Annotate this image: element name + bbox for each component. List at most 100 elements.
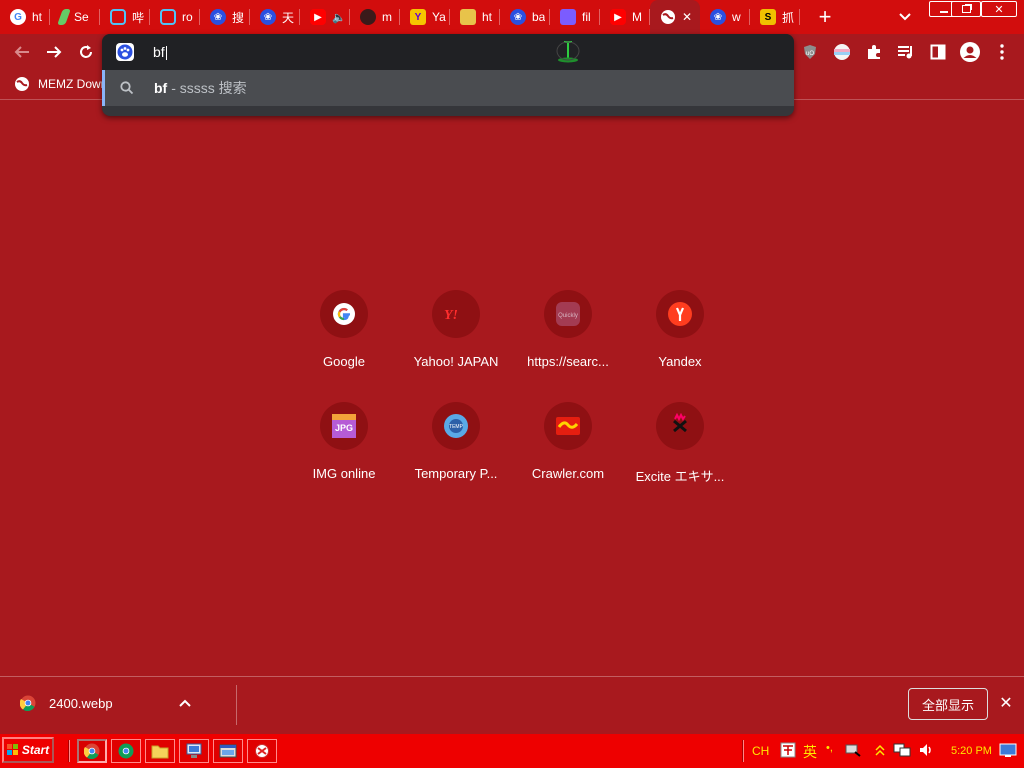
tab[interactable]: S 抓 bbox=[750, 0, 800, 34]
computer-icon bbox=[186, 743, 202, 758]
puzzle-icon[interactable] bbox=[864, 43, 884, 61]
tab-title: ro bbox=[182, 10, 193, 24]
omnibox-input[interactable]: bf bbox=[153, 44, 167, 61]
shortcut-tile[interactable]: Crawler.com bbox=[512, 402, 624, 502]
shortcut-tile[interactable]: Yandex bbox=[624, 290, 736, 390]
close-window-button[interactable]: ✕ bbox=[981, 1, 1017, 17]
tab-title: 天 bbox=[282, 10, 295, 25]
tab[interactable]: ❀ ba bbox=[500, 0, 550, 34]
close-icon: ✕ bbox=[994, 3, 1004, 16]
network-icon[interactable] bbox=[893, 742, 911, 758]
tab[interactable]: 哔 bbox=[100, 0, 150, 34]
purple-shape-icon bbox=[560, 9, 576, 25]
yahoo-japan-icon: Y! bbox=[432, 290, 480, 338]
tab[interactable]: ❀ 天 bbox=[250, 0, 300, 34]
tab-active[interactable]: ✕ bbox=[650, 0, 700, 34]
speaker-icon[interactable]: 🔈 bbox=[332, 11, 346, 24]
bookmark-item[interactable]: MEMZ Dowr bbox=[14, 76, 105, 92]
tab[interactable]: ro bbox=[150, 0, 200, 34]
taskbar-chrome-button[interactable] bbox=[77, 739, 107, 763]
ublock-icon[interactable]: uO bbox=[800, 43, 820, 61]
shortcut-tile[interactable]: TEMP Temporary P... bbox=[400, 402, 512, 502]
tab-strip: G ht Se 哔 ro ❀ 搜 ❀ 天 ▶ 🔈 m Y Ya ht ❀ ba bbox=[0, 0, 1024, 34]
baidu-paw-icon bbox=[116, 43, 134, 61]
menu-kebab-icon[interactable] bbox=[992, 43, 1012, 61]
start-button[interactable]: Start bbox=[2, 737, 54, 763]
download-item[interactable]: 2400.webp bbox=[20, 695, 191, 711]
tab-title: m bbox=[382, 10, 392, 24]
ime-mode[interactable]: 英 bbox=[803, 742, 817, 762]
new-tab-button[interactable]: + bbox=[808, 0, 842, 34]
close-icon[interactable]: ✕ bbox=[682, 10, 692, 24]
keyboard-icon[interactable] bbox=[845, 742, 861, 758]
svg-text:Y!: Y! bbox=[444, 308, 458, 322]
shortcut-label: Temporary P... bbox=[414, 466, 498, 481]
green-extension-icon bbox=[555, 39, 581, 63]
omnibox-suggestion[interactable]: bf - sssss 搜索 bbox=[102, 70, 794, 106]
chrome-icon bbox=[20, 695, 36, 711]
tab-title: M bbox=[632, 10, 642, 24]
taskbar-separator bbox=[68, 740, 70, 762]
tab[interactable]: G ht bbox=[0, 0, 50, 34]
tray-separator bbox=[742, 740, 744, 762]
shortcut-tile[interactable]: JPG IMG online bbox=[288, 402, 400, 502]
dark-circle-icon bbox=[360, 9, 376, 25]
tab-title: 哔 bbox=[132, 10, 145, 25]
shortcut-tile[interactable]: Excite エキサ... bbox=[624, 402, 736, 502]
taskbar-window-button[interactable] bbox=[213, 739, 243, 763]
tab-title: w bbox=[732, 10, 741, 24]
taskbar: Start CH 英 •, 5:20 PM bbox=[0, 734, 1024, 768]
taskbar-chrome-alt-button[interactable] bbox=[111, 739, 141, 763]
side-panel-icon[interactable] bbox=[928, 43, 948, 61]
tab[interactable]: ❀ 搜 bbox=[200, 0, 250, 34]
chevron-up-icon[interactable] bbox=[875, 743, 885, 757]
taskbar-folder-button[interactable] bbox=[145, 739, 175, 763]
show-desktop-icon[interactable] bbox=[999, 742, 1017, 758]
tab-search-button[interactable] bbox=[890, 0, 920, 34]
back-button[interactable] bbox=[10, 40, 34, 64]
chevron-up-icon[interactable] bbox=[178, 699, 191, 707]
shortcut-label: Yandex bbox=[658, 354, 702, 369]
profile-avatar-icon[interactable] bbox=[960, 42, 980, 62]
tab-title: 抓 bbox=[782, 10, 795, 25]
extension-flag-icon[interactable] bbox=[832, 43, 852, 61]
shortcut-tile[interactable]: Google bbox=[288, 290, 400, 390]
taskbar-computer-button[interactable] bbox=[179, 739, 209, 763]
restore-button[interactable] bbox=[951, 1, 981, 17]
tab[interactable]: m bbox=[350, 0, 400, 34]
tab-title: fil bbox=[582, 10, 591, 24]
youtube-icon: ▶ bbox=[610, 9, 626, 25]
volume-icon[interactable] bbox=[918, 742, 934, 758]
tab[interactable]: ▶ 🔈 bbox=[300, 0, 350, 34]
divider bbox=[236, 685, 237, 725]
reload-icon bbox=[80, 45, 92, 58]
ime-punctuation[interactable]: •, bbox=[826, 742, 833, 754]
language-indicator[interactable]: CH bbox=[752, 744, 769, 758]
app-icon bbox=[255, 744, 269, 758]
tab[interactable]: ❀ w bbox=[700, 0, 750, 34]
tab-title: Ya bbox=[432, 10, 446, 24]
show-all-button[interactable]: 全部显示 bbox=[908, 688, 988, 720]
window-icon bbox=[219, 744, 237, 758]
forward-button[interactable] bbox=[42, 40, 66, 64]
tab[interactable]: ht bbox=[450, 0, 500, 34]
ime-icon[interactable] bbox=[780, 742, 796, 758]
tab[interactable]: fil bbox=[550, 0, 600, 34]
reload-button[interactable] bbox=[74, 40, 98, 64]
chrome-icon bbox=[118, 743, 134, 759]
taskbar-app-button[interactable] bbox=[247, 739, 277, 763]
address-bar[interactable]: bf bbox=[102, 34, 794, 70]
media-control-icon[interactable] bbox=[896, 43, 916, 61]
download-bar: 2400.webp 全部显示 ✕ bbox=[0, 676, 1024, 732]
shortcut-tile[interactable]: Quickly https://searc... bbox=[512, 290, 624, 390]
tab[interactable]: Y Ya bbox=[400, 0, 450, 34]
baidu-paw-icon: ❀ bbox=[510, 9, 526, 25]
clock[interactable]: 5:20 PM bbox=[951, 745, 992, 757]
svg-text:JPG: JPG bbox=[335, 423, 353, 433]
shortcut-tile[interactable]: Y! Yahoo! JAPAN bbox=[400, 290, 512, 390]
green-leaf-icon bbox=[57, 9, 71, 25]
tab[interactable]: Se bbox=[50, 0, 100, 34]
close-download-bar-button[interactable]: ✕ bbox=[996, 693, 1016, 713]
download-filename: 2400.webp bbox=[49, 695, 113, 711]
tab[interactable]: ▶ M bbox=[600, 0, 650, 34]
